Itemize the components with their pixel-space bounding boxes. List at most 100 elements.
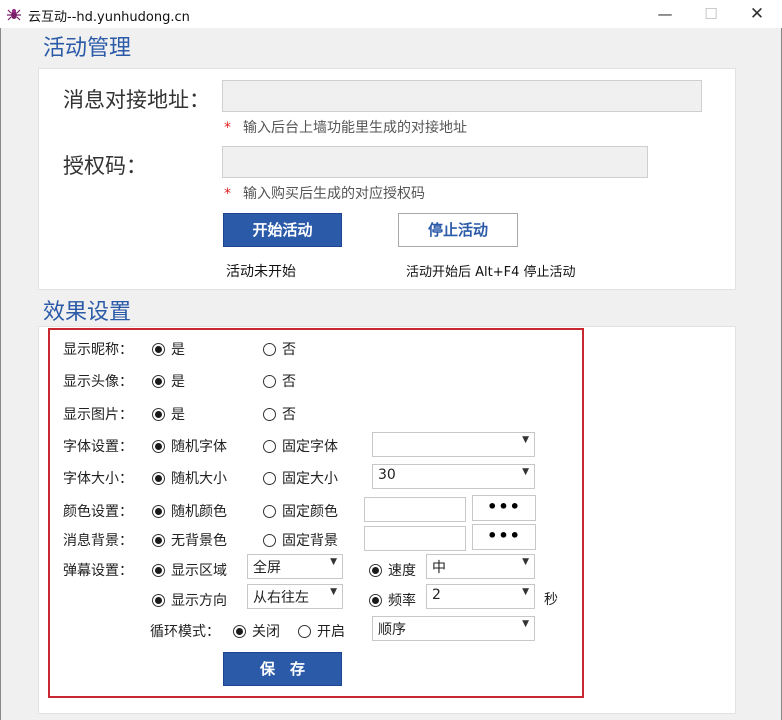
font-size-fixed-radio[interactable]: 固定大小 xyxy=(263,468,338,488)
auth-code-hint: * 输入购买后生成的对应授权码 xyxy=(224,183,425,203)
maximize-button[interactable]: ☐ xyxy=(688,0,734,28)
start-activity-button[interactable]: 开始活动 xyxy=(223,213,342,247)
color-fixed-radio[interactable]: 固定颜色 xyxy=(263,501,338,521)
loop-on-radio[interactable]: 开启 xyxy=(298,621,345,641)
radio-checked-icon xyxy=(233,624,246,638)
radio-label: 随机颜色 xyxy=(171,504,227,520)
font-size-label: 字体大小： xyxy=(63,471,133,487)
chevron-down-icon: ▼ xyxy=(522,435,529,445)
display-direction-select[interactable]: 从右往左 ▼ xyxy=(247,584,343,609)
radio-label: 固定字体 xyxy=(282,439,338,455)
message-url-input[interactable] xyxy=(222,80,702,112)
display-area-radio[interactable]: 显示区域 xyxy=(152,560,227,580)
radio-checked-icon xyxy=(152,471,165,485)
chevron-down-icon: ▼ xyxy=(522,557,529,567)
font-fixed-radio[interactable]: 固定字体 xyxy=(263,436,338,456)
radio-label: 显示区域 xyxy=(171,563,227,579)
chevron-down-icon: ▼ xyxy=(522,619,529,629)
font-size-random-radio[interactable]: 随机大小 xyxy=(152,468,227,488)
radio-label: 速度 xyxy=(388,563,416,579)
radio-checked-icon xyxy=(152,374,165,388)
radio-label: 否 xyxy=(282,374,296,390)
minimize-button[interactable]: — xyxy=(642,0,688,28)
show-nickname-yes-radio[interactable]: 是 xyxy=(152,339,185,359)
message-url-hint: * 输入后台上墙功能里生成的对接地址 xyxy=(224,117,467,137)
loop-mode-label: 循环模式： xyxy=(150,624,220,640)
radio-checked-icon xyxy=(152,533,165,547)
danmaku-label: 弹幕设置： xyxy=(63,563,133,579)
radio-checked-icon xyxy=(152,593,165,607)
show-nickname-no-radio[interactable]: 否 xyxy=(263,339,296,359)
radio-unchecked-icon xyxy=(263,439,276,453)
radio-label: 随机字体 xyxy=(171,439,227,455)
radio-label: 显示方向 xyxy=(171,593,227,609)
radio-unchecked-icon xyxy=(263,407,276,421)
background-picker-button[interactable]: ••• xyxy=(472,524,536,550)
effects-section-title: 效果设置 xyxy=(43,300,132,325)
background-label: 消息背景： xyxy=(63,533,133,549)
radio-label: 固定颜色 xyxy=(282,504,338,520)
stop-activity-button[interactable]: 停止活动 xyxy=(398,213,518,247)
display-area-select[interactable]: 全屏 ▼ xyxy=(247,554,343,579)
radio-checked-icon xyxy=(369,593,382,607)
select-value: 中 xyxy=(432,560,446,576)
display-direction-radio[interactable]: 显示方向 xyxy=(152,590,227,610)
show-avatar-no-radio[interactable]: 否 xyxy=(263,371,296,391)
radio-label: 是 xyxy=(171,407,185,423)
message-url-label: 消息对接地址： xyxy=(63,88,210,112)
select-value: 从右往左 xyxy=(253,590,309,606)
radio-checked-icon xyxy=(369,563,382,577)
radio-label: 否 xyxy=(282,342,296,358)
close-button[interactable]: ✕ xyxy=(734,0,780,28)
frequency-radio[interactable]: 频率 xyxy=(369,590,416,610)
color-preview-box xyxy=(364,497,466,522)
font-select[interactable]: ▼ xyxy=(372,432,535,457)
window-title: 云互动--hd.yunhudong.cn xyxy=(28,10,190,25)
color-random-radio[interactable]: 随机颜色 xyxy=(152,501,227,521)
frequency-select[interactable]: 2 ▼ xyxy=(426,584,535,609)
select-value: 2 xyxy=(432,587,441,603)
radio-label: 固定大小 xyxy=(282,471,338,487)
font-size-select[interactable]: 30 ▼ xyxy=(372,464,535,489)
background-fixed-radio[interactable]: 固定背景 xyxy=(263,530,338,550)
chevron-down-icon: ▼ xyxy=(330,587,337,597)
radio-label: 关闭 xyxy=(252,624,280,640)
auth-code-input[interactable] xyxy=(222,146,648,178)
message-url-hint-text: 输入后台上墙功能里生成的对接地址 xyxy=(243,120,467,136)
background-none-radio[interactable]: 无背景色 xyxy=(152,530,227,550)
radio-label: 频率 xyxy=(388,593,416,609)
loop-off-radio[interactable]: 关闭 xyxy=(233,621,280,641)
radio-label: 开启 xyxy=(317,624,345,640)
select-value: 顺序 xyxy=(378,622,406,638)
auth-code-label: 授权码： xyxy=(63,154,147,178)
radio-checked-icon xyxy=(152,563,165,577)
speed-select[interactable]: 中 ▼ xyxy=(426,554,535,579)
radio-label: 是 xyxy=(171,342,185,358)
loop-order-select[interactable]: 顺序 ▼ xyxy=(372,616,535,641)
show-image-label: 显示图片： xyxy=(63,407,133,423)
radio-label: 无背景色 xyxy=(171,533,227,549)
show-image-yes-radio[interactable]: 是 xyxy=(152,404,185,424)
select-value: 30 xyxy=(378,467,396,483)
radio-label: 固定背景 xyxy=(282,533,338,549)
font-random-radio[interactable]: 随机字体 xyxy=(152,436,227,456)
radio-checked-icon xyxy=(152,407,165,421)
chevron-down-icon: ▼ xyxy=(522,587,529,597)
show-avatar-yes-radio[interactable]: 是 xyxy=(152,371,185,391)
color-picker-button[interactable]: ••• xyxy=(472,495,536,521)
save-button[interactable]: 保 存 xyxy=(223,652,342,686)
radio-checked-icon xyxy=(152,504,165,518)
radio-unchecked-icon xyxy=(263,504,276,518)
radio-unchecked-icon xyxy=(263,471,276,485)
window-border-left xyxy=(0,28,1,720)
show-image-no-radio[interactable]: 否 xyxy=(263,404,296,424)
speed-radio[interactable]: 速度 xyxy=(369,560,416,580)
background-preview-box xyxy=(364,526,466,551)
radio-unchecked-icon xyxy=(263,342,276,356)
required-star: * xyxy=(224,186,231,202)
activity-section-title: 活动管理 xyxy=(43,36,132,61)
select-value: 全屏 xyxy=(253,560,281,576)
spider-icon xyxy=(7,6,21,21)
radio-checked-icon xyxy=(152,342,165,356)
radio-label: 随机大小 xyxy=(171,471,227,487)
